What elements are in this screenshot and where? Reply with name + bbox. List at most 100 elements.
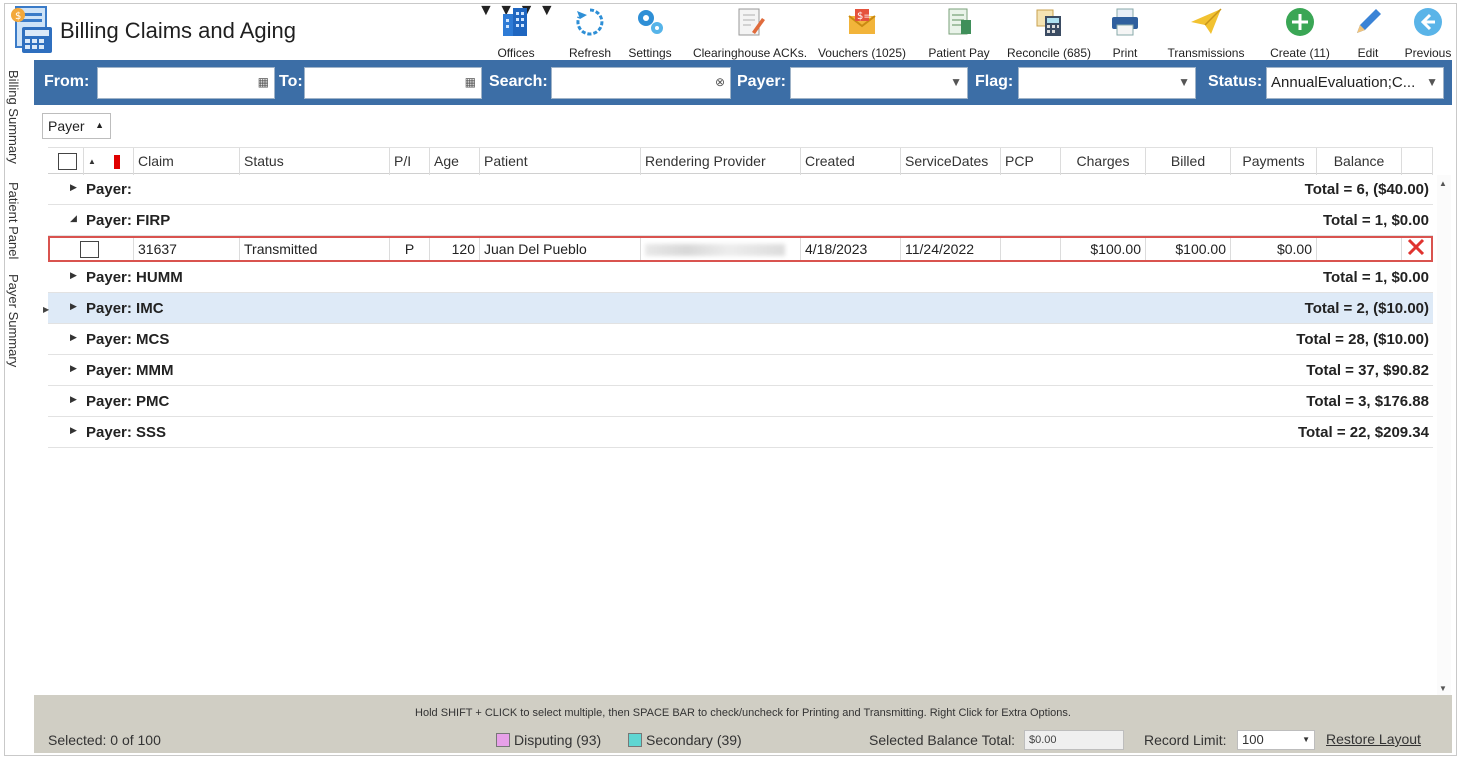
paper-plane-icon	[1188, 4, 1224, 40]
claim-pi: P	[390, 238, 430, 260]
column-header-balance[interactable]: Balance	[1317, 148, 1402, 175]
clear-search-icon[interactable]: ⊗	[715, 75, 725, 89]
payer-group-row-selected[interactable]: ▶ Payer: IMC Total = 2, ($10.00)	[48, 293, 1433, 324]
expand-triangle-icon[interactable]: ▶	[70, 363, 77, 374]
status-select[interactable]: AnnualEvaluation;C... ▼	[1266, 67, 1444, 99]
edit-button[interactable]: Edit	[1342, 2, 1394, 62]
chevron-down-icon: ▼	[1178, 75, 1190, 89]
delete-claim-icon[interactable]	[1402, 238, 1431, 260]
column-header-billed[interactable]: Billed	[1146, 148, 1231, 175]
expand-triangle-icon[interactable]: ▶	[70, 270, 77, 281]
column-header-service-dates[interactable]: ServiceDates	[901, 148, 1001, 175]
create-button[interactable]: Create (11)	[1268, 2, 1332, 62]
column-header-claim[interactable]: Claim	[134, 148, 240, 175]
claim-number: 31637	[134, 238, 240, 260]
column-header-pi[interactable]: P/I	[390, 148, 430, 175]
tab-payer-summary[interactable]: Payer Summary	[6, 274, 21, 367]
claim-service-dates: 11/24/2022	[901, 238, 1001, 260]
scroll-down-icon[interactable]: ▼	[1439, 684, 1447, 693]
from-date-input[interactable]: ▦	[97, 67, 275, 99]
search-input[interactable]: ⊗	[551, 67, 731, 99]
claim-payments: $0.00	[1231, 238, 1317, 260]
claim-patient: Juan Del Pueblo	[480, 238, 641, 260]
collapse-triangle-icon[interactable]: ◢	[70, 213, 77, 224]
scroll-up-icon[interactable]: ▲	[1439, 179, 1447, 188]
disputing-swatch	[496, 733, 510, 747]
status-label: Status:	[1208, 73, 1263, 90]
record-limit-select[interactable]: 100 ▼	[1237, 730, 1315, 750]
sort-indicator-icon[interactable]: ▲	[84, 148, 104, 175]
expand-triangle-icon[interactable]: ▶	[70, 301, 77, 312]
claim-status: Transmitted	[240, 238, 390, 260]
toolbar: Offices ▼ Refresh Settings ▼ Clearinghou…	[478, 2, 1451, 62]
vertical-scrollbar[interactable]: ▲ ▼	[1437, 175, 1451, 697]
disputing-legend[interactable]: Disputing (93)	[496, 732, 601, 748]
claim-row[interactable]: 31637 Transmitted P 120 Juan Del Pueblo …	[48, 236, 1433, 262]
column-header-age[interactable]: Age	[430, 148, 480, 175]
flag-column-icon[interactable]	[104, 148, 134, 175]
flag-select[interactable]: ▼	[1018, 67, 1196, 99]
column-header-created[interactable]: Created	[801, 148, 901, 175]
selected-count: Selected: 0 of 100	[48, 732, 161, 748]
tab-patient-panel[interactable]: Patient Panel	[6, 182, 21, 259]
expand-triangle-icon[interactable]: ▶	[70, 394, 77, 405]
gears-icon	[632, 4, 668, 40]
payer-select[interactable]: ▼	[790, 67, 968, 99]
current-row-indicator-icon: ▶	[43, 305, 50, 314]
filter-bar: From: ▦ To: ▦ Search: ⊗ Payer: ▼ Flag: ▼…	[34, 60, 1452, 105]
column-header-status[interactable]: Status	[240, 148, 390, 175]
transmissions-button[interactable]: Transmissions	[1166, 2, 1246, 62]
payer-group-row[interactable]: ◢ Payer: FIRP Total = 1, $0.00	[48, 205, 1433, 236]
envelope-money-icon: $=	[844, 4, 880, 40]
claim-pcp	[1001, 238, 1061, 260]
calendar-icon[interactable]: ▦	[258, 75, 269, 89]
claim-charges: $100.00	[1061, 238, 1146, 260]
column-header-actions	[1402, 148, 1433, 175]
column-header-pcp[interactable]: PCP	[1001, 148, 1061, 175]
expand-triangle-icon[interactable]: ▶	[70, 182, 77, 193]
reconcile-button[interactable]: Reconcile (685)	[1007, 2, 1091, 62]
tab-billing-summary[interactable]: Billing Summary	[6, 70, 21, 164]
restore-layout-link[interactable]: Restore Layout	[1326, 731, 1421, 747]
previous-button[interactable]: Previous	[1400, 2, 1456, 62]
payer-group-row[interactable]: ▶ Payer: SSS Total = 22, $209.34	[48, 417, 1433, 448]
expand-triangle-icon[interactable]: ▶	[70, 425, 77, 436]
selected-balance-label: Selected Balance Total:	[869, 732, 1016, 748]
chevron-down-icon: ▼	[1302, 735, 1310, 744]
svg-text:$: $	[15, 11, 21, 22]
building-icon	[498, 4, 534, 40]
refresh-button[interactable]: Refresh	[562, 2, 618, 62]
claims-grid: ▲ Claim Status P/I Age Patient Rendering…	[48, 147, 1433, 448]
app-title: Billing Claims and Aging	[60, 18, 297, 43]
selected-balance-field: $0.00	[1024, 730, 1124, 750]
settings-button[interactable]: Settings	[622, 2, 678, 62]
to-date-input[interactable]: ▦	[304, 67, 482, 99]
print-button[interactable]: Print	[1098, 2, 1152, 62]
billing-app-icon: $	[10, 5, 56, 57]
payer-group-row[interactable]: ▶ Payer: MCS Total = 28, ($10.00)	[48, 324, 1433, 355]
grid-header: ▲ Claim Status P/I Age Patient Rendering…	[48, 147, 1433, 175]
column-header-patient[interactable]: Patient	[480, 148, 641, 175]
search-label: Search:	[489, 73, 548, 90]
payer-group-row[interactable]: ▶ Payer: HUMM Total = 1, $0.00	[48, 262, 1433, 293]
clearinghouse-acks-button[interactable]: Clearinghouse ACKs.	[693, 2, 807, 62]
column-header-rendering-provider[interactable]: Rendering Provider	[641, 148, 801, 175]
payer-group-row[interactable]: ▶ Payer: Total = 6, ($40.00)	[48, 174, 1433, 205]
payer-group-row[interactable]: ▶ Payer: PMC Total = 3, $176.88	[48, 386, 1433, 417]
payer-group-row[interactable]: ▶ Payer: MMM Total = 37, $90.82	[48, 355, 1433, 386]
offices-button[interactable]: Offices	[488, 2, 544, 62]
column-header-payments[interactable]: Payments	[1231, 148, 1317, 175]
document-pen-icon	[732, 4, 768, 40]
vouchers-button[interactable]: $= Vouchers (1025)	[814, 2, 910, 62]
selection-hint: Hold SHIFT + CLICK to select multiple, t…	[415, 707, 1071, 719]
select-all-checkbox[interactable]	[48, 148, 84, 175]
column-header-charges[interactable]: Charges	[1061, 148, 1146, 175]
row-checkbox[interactable]	[50, 238, 134, 260]
secondary-legend[interactable]: Secondary (39)	[628, 732, 742, 748]
patient-pay-button[interactable]: Patient Pay	[926, 2, 992, 62]
plus-circle-icon	[1282, 4, 1318, 40]
back-arrow-icon	[1410, 4, 1446, 40]
expand-triangle-icon[interactable]: ▶	[70, 332, 77, 343]
group-by-payer-chip[interactable]: Payer ▲	[42, 113, 111, 139]
calendar-icon[interactable]: ▦	[465, 75, 476, 89]
